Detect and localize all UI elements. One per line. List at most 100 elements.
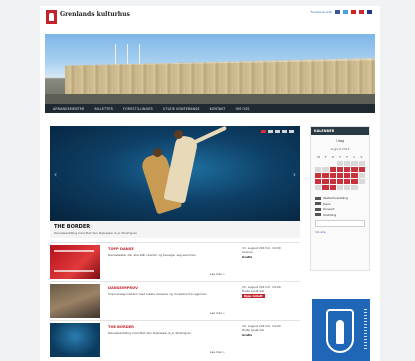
legend-item[interactable]: Utstilling [315,213,365,217]
slider-next-icon[interactable]: › [293,170,296,179]
calendar-month: August 2013 [330,147,350,151]
event-thumbnail[interactable] [50,284,100,318]
calendar-day-cell[interactable] [358,167,365,172]
slider-dot[interactable] [275,130,280,133]
event-list-item: TOPP DANSE Danseteater der alle står ute… [50,242,300,281]
calendar-day-cell[interactable] [358,173,365,178]
calendar-day-cell[interactable] [315,167,322,172]
calendar-day-cell[interactable] [358,179,365,184]
calendar-day-cell[interactable] [351,185,358,190]
calendar-search-input[interactable] [315,219,365,227]
event-list-item: DANSEIMPROV Improvisasjonsdans med lokal… [50,281,300,320]
calendar-all-link[interactable]: Vis alle [315,230,365,234]
event-meta: 15. august 2013 kl. 19:00 Hvite Lyset Sa… [242,285,298,299]
event-title[interactable]: DANSEIMPROV [108,286,138,290]
legend-swatch [315,207,321,211]
read-more-link[interactable]: Les mer » [210,311,225,315]
calendar-day-cell[interactable] [351,167,358,172]
calendar-day-cell[interactable] [351,161,358,166]
calendar-day-cell[interactable] [336,185,344,190]
read-more-link[interactable]: Les mer » [210,272,225,276]
calendar-day-cell[interactable] [351,173,358,178]
event-price: Gratis [242,332,253,337]
calendar-day-cell[interactable] [322,167,329,172]
calendar-day-cell[interactable] [344,161,351,166]
slider-dot[interactable] [261,130,266,133]
calendar-day-cell[interactable] [344,173,351,178]
weekday-label: T [339,155,341,159]
calendar-day-cell[interactable] [322,185,329,190]
calendar-widget: KALENDER I dag August 2013 M T O T F L S… [310,126,370,271]
calendar-day-cell[interactable] [351,179,358,184]
event-price: Gratis [242,254,253,259]
calendar-header: KALENDER [311,127,369,135]
event-title[interactable]: TOPP DANSE [108,247,134,251]
content-area: ‹ › THE BORDER Dansebestilling med Piet … [40,6,380,361]
calendar-day-cell[interactable] [329,167,336,172]
calendar-day-cell[interactable] [329,179,336,184]
calendar-day-cell[interactable] [315,173,322,178]
crest-bird-icon [336,320,344,344]
calendar-day-cell[interactable] [336,179,344,184]
weekday-label: L [353,155,356,159]
calendar-weekdays: M T O T F L S [311,155,369,159]
dancer-arm [189,126,227,147]
weekday-label: T [324,155,327,159]
featured-slider[interactable]: ‹ › [50,126,300,221]
weekday-label: S [360,155,363,159]
legend-label: Dans [323,201,331,206]
calendar-empty-cell [315,161,321,166]
dancer-head [174,130,183,139]
calendar-day-cell[interactable] [336,161,344,166]
legend-item[interactable]: Dans [315,202,365,206]
slider-caption: THE BORDER Dansebestilling med Piet Van … [50,221,300,238]
slider-subtitle: Dansebestilling med Piet Van Dijsselaar … [54,231,138,235]
legend-item[interactable]: Teaterforestilling [315,196,365,200]
slider-title[interactable]: THE BORDER [54,224,90,230]
crest-shield-icon [326,309,354,353]
calendar-day-cell[interactable] [344,167,351,172]
event-meta: 13. august 2013 kl. 19:00 Scenen Gratis [242,246,298,259]
calendar-day-cell[interactable] [358,161,365,166]
buy-ticket-button[interactable]: Kjøp billett [242,293,265,299]
legend-item[interactable]: Konsert [315,207,365,211]
calendar-days-grid [311,161,369,190]
slider-dot[interactable] [268,130,273,133]
event-thumbnail[interactable] [50,245,100,279]
legend-swatch [315,213,321,216]
slider-dot[interactable] [289,130,294,133]
event-thumbnail[interactable] [50,323,100,357]
slider-prev-icon[interactable]: ‹ [54,170,57,179]
calendar-day-cell[interactable] [344,185,351,190]
legend-label: Teaterforestilling [323,196,349,200]
legend-label: Utstilling [323,212,337,217]
calendar-day-cell[interactable] [315,185,322,190]
calendar-day-cell[interactable] [315,179,322,184]
municipality-crest-banner[interactable] [312,299,370,361]
calendar-day-cell[interactable] [336,167,344,172]
legend-label: Konsert [323,207,335,211]
event-description: Improvisasjonsdans med lokale dansere og… [108,292,207,296]
weekday-label: F [346,155,348,159]
event-description: Dansebestilling med Piet Van Dijsselaar … [108,331,192,335]
weekday-label: O [331,155,335,159]
slider-dot[interactable] [282,130,287,133]
event-description: Danseteater der alle står utenfor og bev… [108,253,196,257]
event-meta: 19. august 2013 kl. 19:00 Hvite Lyset Sa… [242,324,298,337]
calendar-day-cell[interactable] [344,179,351,184]
page: Grenlands kulturhus Facebook-side ARRANG… [0,0,415,361]
calendar-day-cell[interactable] [329,185,336,190]
calendar-day-cell[interactable] [322,179,329,184]
legend-swatch [315,202,321,205]
calendar-legend: Teaterforestilling Dans Konsert Utstilli… [315,196,365,217]
calendar-day-cell[interactable] [336,173,344,178]
event-title[interactable]: THE BORDER [108,325,134,329]
calendar-day-cell[interactable] [322,173,329,178]
event-list-item: THE BORDER Dansebestilling med Piet Van … [50,320,300,359]
calendar-empty-cell [322,161,328,166]
crest-vertical-text [364,309,367,351]
calendar-today[interactable]: I dag [311,139,369,143]
read-more-link[interactable]: Les mer » [210,350,225,354]
slider-dots [261,130,294,133]
calendar-day-cell[interactable] [329,173,336,178]
